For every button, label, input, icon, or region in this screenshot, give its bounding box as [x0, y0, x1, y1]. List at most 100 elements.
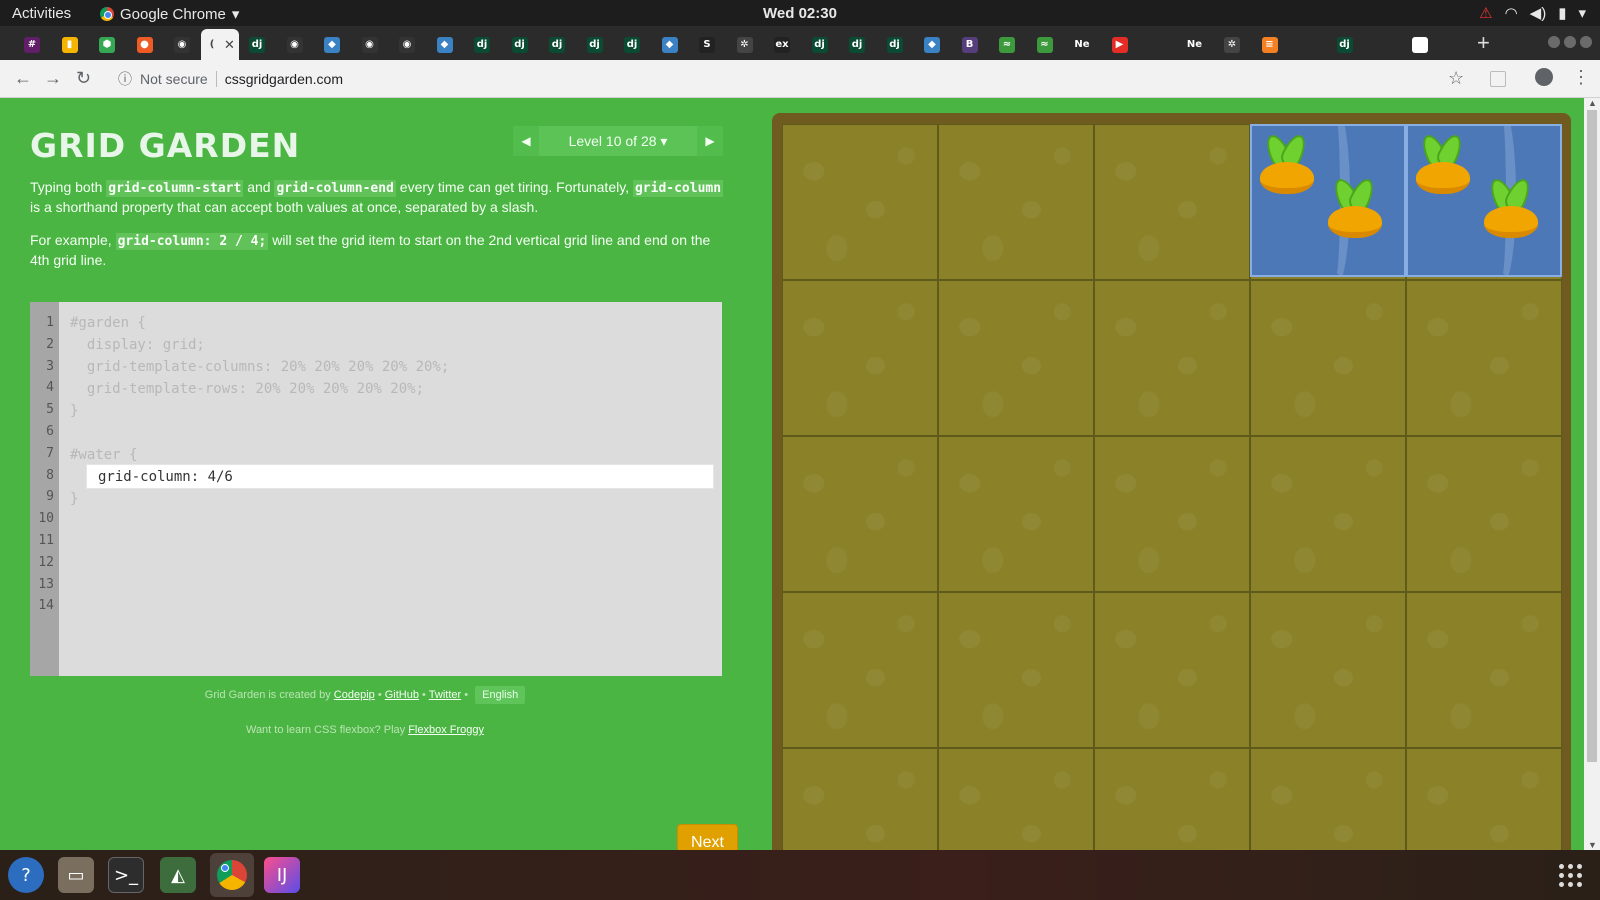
line-number: 6 [46, 424, 54, 439]
browser-tab[interactable]: ≈ [1026, 29, 1064, 60]
browser-tab[interactable]: dj [876, 29, 914, 60]
django-icon: dj [811, 36, 828, 53]
android-studio-icon[interactable]: ◭ [160, 857, 196, 893]
menu-icon[interactable]: ⋮ [1572, 67, 1590, 88]
soil-cell [1250, 280, 1406, 436]
level-selector[interactable]: Level 10 of 28 ▾ [539, 133, 697, 150]
browser-tab[interactable]: dj [1326, 29, 1364, 60]
account-icon[interactable] [1535, 68, 1553, 86]
browser-tab[interactable]: S [688, 29, 726, 60]
browser-tab[interactable]: ● [126, 29, 164, 60]
divider [215, 71, 217, 87]
soil-cell [1094, 436, 1250, 592]
close-button[interactable] [1580, 36, 1592, 48]
maximize-button[interactable] [1564, 36, 1576, 48]
forward-icon[interactable]: → [44, 68, 62, 89]
soil-cell [938, 280, 1094, 436]
new-tab-button[interactable]: + [1477, 30, 1490, 56]
next-level-button[interactable]: ▶ [697, 126, 723, 156]
browser-tab[interactable]: ex [763, 29, 801, 60]
browser-tab[interactable]: dj [838, 29, 876, 60]
browser-tab[interactable]: ◉ [163, 29, 201, 60]
page-title: GRID GARDEN [30, 126, 301, 165]
language-selector[interactable]: English [475, 686, 526, 704]
clock[interactable]: Wed 02:30 [0, 5, 1600, 22]
browser-tab[interactable]: B [951, 29, 989, 60]
browser-tab[interactable]: ≡ [1251, 29, 1289, 60]
browser-tab[interactable]: Ne [1176, 29, 1214, 60]
codepen-icon: ◆ [324, 36, 340, 53]
info-icon[interactable]: ⓘ [118, 69, 132, 89]
browser-tab[interactable]: dj [238, 29, 276, 60]
github-link[interactable]: GitHub [385, 689, 419, 701]
show-applications-icon[interactable] [1559, 864, 1582, 887]
browser-tab[interactable] [1363, 29, 1401, 60]
code-line: grid-template-rows: 20% 20% 20% 20% 20%; [70, 381, 425, 397]
browser-tab[interactable]: dj [576, 29, 614, 60]
browser-tab[interactable]: ◆ [651, 29, 689, 60]
browser-tab[interactable] [1138, 29, 1176, 60]
browser-tab[interactable] [1288, 29, 1326, 60]
tab-strip: # ▮ ⬢ ● ◉ (✕ dj ◉ ◆ ◉ ◉ ◆ dj dj dj dj dj ◆ S ✲ ex dj dj dj ◆ B ≈ ≈ N… [0, 26, 1600, 60]
code-editor: 1 2 3 4 5 6 7 8 9 10 11 12 13 14 #garden { display: g… [30, 302, 738, 850]
code-snippet: grid-column-end [274, 180, 396, 197]
close-tab-icon[interactable]: ✕ [224, 37, 235, 53]
scroll-up-icon[interactable]: ▲ [1588, 98, 1597, 108]
browser-tab[interactable]: dj [538, 29, 576, 60]
google-icon: G [1411, 36, 1428, 53]
browser-tab[interactable]: (✕ [200, 29, 239, 60]
browser-tab[interactable]: ⬢ [88, 29, 126, 60]
browser-tab[interactable]: ◉ [351, 29, 389, 60]
browser-tab[interactable]: ◉ [276, 29, 314, 60]
github-icon: ◉ [174, 36, 190, 53]
bookmark-star-icon[interactable]: ☆ [1448, 68, 1464, 89]
level-navigation: ◀ Level 10 of 28 ▾ ▶ [513, 126, 723, 156]
minimize-button[interactable] [1548, 36, 1560, 48]
scroll-down-icon[interactable]: ▼ [1588, 840, 1597, 850]
browser-tab[interactable]: ◉ [388, 29, 426, 60]
browser-tab[interactable]: dj [501, 29, 539, 60]
help-icon[interactable]: ? [8, 857, 44, 893]
system-tray[interactable]: ⚠ ◠ ◀) ▮ ▾ [1479, 4, 1586, 22]
file-manager-icon[interactable]: ▭ [58, 857, 94, 893]
django-icon: dj [549, 36, 565, 53]
codepip-link[interactable]: Codepip [334, 689, 375, 701]
url-text[interactable]: cssgridgarden.com [225, 71, 343, 87]
previous-level-button[interactable]: ◀ [513, 126, 539, 156]
address-bar[interactable]: ⓘ Not secure cssgridgarden.com [110, 65, 1470, 93]
intellij-icon[interactable]: IJ [264, 857, 300, 893]
browser-tab[interactable]: dj [463, 29, 501, 60]
extension-icon[interactable] [1490, 71, 1506, 87]
back-icon[interactable]: ← [14, 68, 32, 89]
browser-tab[interactable]: dj [613, 29, 651, 60]
codepen-icon: ◆ [924, 36, 940, 53]
css-code-input[interactable] [87, 465, 713, 488]
code-line: } [70, 403, 79, 419]
browser-tab[interactable]: G [1401, 29, 1439, 60]
browser-tab[interactable]: ▶ [1101, 29, 1139, 60]
soil-cell [938, 436, 1094, 592]
flexbox-froggy-link[interactable]: Flexbox Froggy [408, 724, 484, 736]
reload-icon[interactable]: ↻ [76, 68, 91, 89]
browser-tab[interactable]: ✲ [726, 29, 764, 60]
browser-tab[interactable]: ≈ [988, 29, 1026, 60]
chrome-dock-icon[interactable] [210, 853, 254, 897]
scrollbar-thumb[interactable] [1587, 110, 1597, 762]
page-scrollbar[interactable]: ▲ ▼ [1584, 98, 1600, 850]
water-area [1250, 124, 1562, 277]
soil-cell [782, 124, 938, 280]
browser-tab[interactable]: ✲ [1213, 29, 1251, 60]
browser-tab[interactable]: ◆ [426, 29, 464, 60]
browser-tab[interactable]: ▮ [51, 29, 89, 60]
next-button[interactable]: Next [677, 824, 738, 850]
browser-tab[interactable]: dj [801, 29, 839, 60]
browser-tab[interactable]: ◆ [313, 29, 351, 60]
stackoverflow-icon: ≡ [1261, 36, 1278, 53]
browser-tab[interactable]: # [13, 29, 51, 60]
twitter-link[interactable]: Twitter [429, 689, 461, 701]
browser-tab[interactable]: Ne [1063, 29, 1101, 60]
soil-cell [782, 748, 938, 850]
chrome-icon [217, 860, 247, 890]
terminal-icon[interactable]: >_ [108, 857, 144, 893]
browser-tab[interactable]: ◆ [913, 29, 951, 60]
